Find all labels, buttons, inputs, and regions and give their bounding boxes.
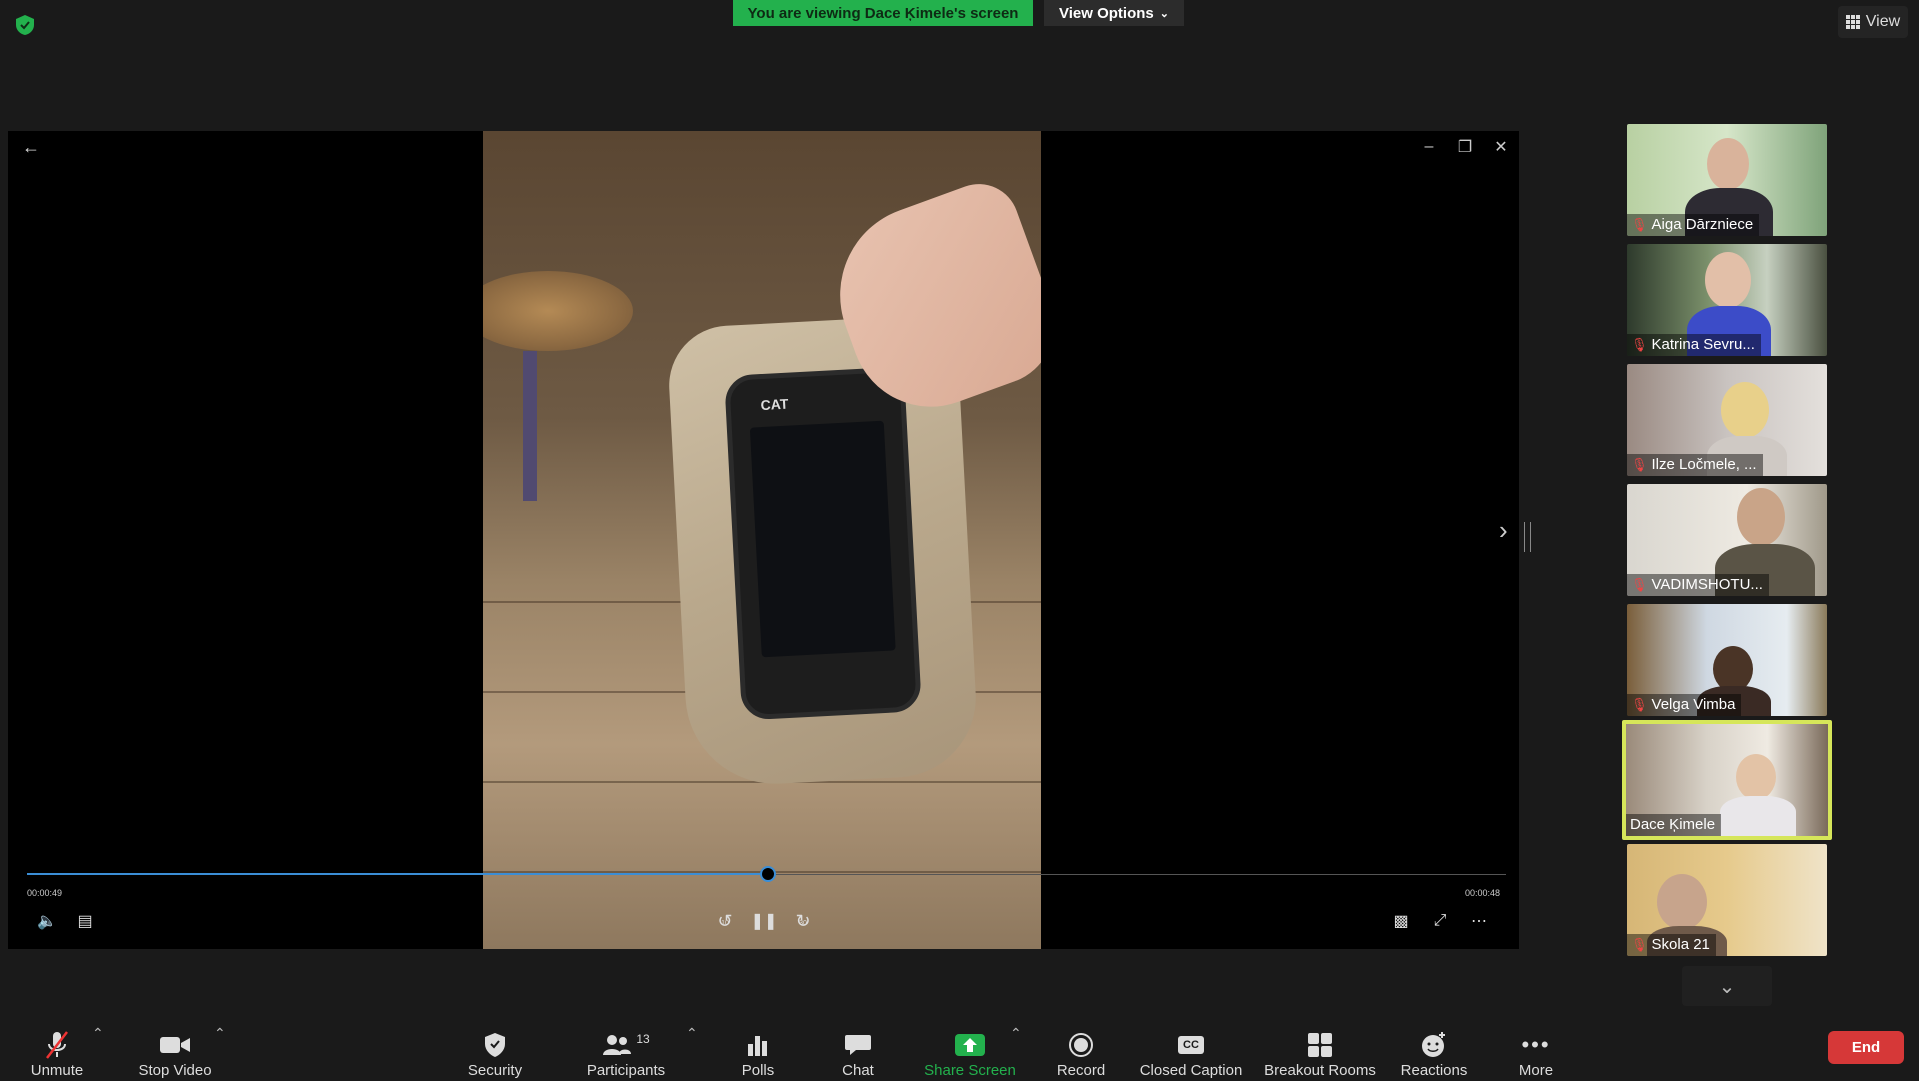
phone-brand-logo: CAT [760, 395, 789, 414]
view-options-label: View Options [1059, 4, 1154, 22]
mic-muted-icon: 🎙 [1631, 456, 1648, 472]
skip-back-button[interactable]: ↺ 10 [710, 906, 740, 936]
record-label: Record [1056, 1062, 1106, 1079]
shared-screen: ← CAT – ❐ ✕ 00:00:49 00:00:48 🔈 ▤ ↺ 10 ❚… [8, 131, 1519, 949]
stop-video-button[interactable]: Stop Video [132, 1015, 218, 1081]
participant-name: Katrina Sevru... [1651, 336, 1755, 353]
closed-caption-label: Closed Caption [1139, 1062, 1243, 1079]
reactions-emoji-icon [1420, 1028, 1448, 1062]
progress-knob[interactable] [760, 866, 776, 882]
participant-tile[interactable]: 🎙 VADIMSHOTU... [1627, 484, 1827, 596]
security-shield-icon [483, 1028, 507, 1062]
grid-icon [1845, 15, 1860, 29]
cc-badge: CC [1178, 1036, 1204, 1054]
participant-tile[interactable]: 🎙 Velga Vimba [1627, 604, 1827, 716]
encryption-shield-icon[interactable] [14, 14, 36, 36]
view-label: View [1865, 13, 1901, 30]
participant-name: Aiga Dārzniece [1651, 216, 1754, 233]
chat-label: Chat [842, 1062, 874, 1079]
skip-forward-seconds: 30 [799, 920, 807, 927]
chat-button[interactable]: Chat [834, 1015, 882, 1081]
participant-name: Dace Ķimele [1630, 816, 1716, 833]
more-label: More [1518, 1062, 1554, 1079]
polls-button[interactable]: Polls [736, 1015, 780, 1081]
participant-count: 13 [636, 1032, 650, 1046]
skip-forward-button[interactable]: ↻ 30 [788, 906, 818, 936]
share-screen-button[interactable]: Share Screen [922, 1015, 1018, 1081]
participant-tile[interactable]: 🎙 Ilze Ločmele, ... [1627, 364, 1827, 476]
participants-options-caret-icon[interactable]: ⌃ [686, 1025, 698, 1042]
share-screen-label: Share Screen [924, 1062, 1016, 1079]
volume-icon[interactable]: 🔈 [32, 906, 62, 936]
more-dots-icon: ••• [1521, 1032, 1551, 1057]
participant-tile[interactable]: 🎙 Katrina Sevru... [1627, 244, 1827, 356]
security-button[interactable]: Security [458, 1015, 532, 1081]
participant-tile[interactable]: 🎙 Aiga Dārzniece [1627, 124, 1827, 236]
restore-icon[interactable]: ❐ [1450, 135, 1480, 159]
view-button[interactable]: View [1838, 6, 1908, 38]
share-screen-icon [954, 1028, 986, 1062]
pause-icon[interactable]: ❚❚ [749, 906, 779, 936]
stool-leg-image [523, 351, 537, 501]
miniplayer-icon[interactable]: ▩ [1386, 906, 1416, 936]
phone-image: CAT [724, 366, 922, 721]
panel-resize-handle[interactable] [1524, 522, 1531, 552]
chat-bubble-icon [844, 1028, 872, 1062]
breakout-rooms-icon [1307, 1028, 1333, 1062]
time-remaining: 00:00:48 [1465, 888, 1501, 898]
fullscreen-icon[interactable]: ⤢ [1425, 906, 1455, 936]
next-chevron-icon[interactable]: › [1499, 515, 1508, 546]
video-options-caret-icon[interactable]: ⌃ [214, 1025, 226, 1042]
unmute-button[interactable]: Unmute [22, 1015, 92, 1081]
mic-muted-icon: 🎙 [1631, 936, 1648, 952]
view-options-button[interactable]: View Options ⌄ [1044, 0, 1184, 26]
participant-name: Velga Vimba [1651, 696, 1736, 713]
more-button[interactable]: ••• More [1514, 1015, 1558, 1081]
record-icon [1068, 1028, 1094, 1062]
share-options-caret-icon[interactable]: ⌃ [1010, 1025, 1022, 1042]
phone-screen [749, 420, 896, 658]
participants-icon: 13 [602, 1028, 650, 1062]
breakout-rooms-label: Breakout Rooms [1264, 1062, 1376, 1079]
polls-label: Polls [741, 1062, 775, 1079]
stop-video-label: Stop Video [138, 1062, 212, 1079]
participant-tile-active[interactable]: Dace Ķimele [1622, 720, 1832, 840]
mic-muted-icon [44, 1028, 70, 1062]
participant-tile[interactable]: 🎙 Skola 21 [1627, 844, 1827, 956]
mic-muted-icon: 🎙 [1631, 216, 1648, 232]
closed-caption-button[interactable]: CC Closed Caption [1138, 1015, 1244, 1081]
participants-label: Participants [586, 1062, 666, 1079]
mic-muted-icon: 🎙 [1631, 696, 1648, 712]
security-label: Security [467, 1062, 523, 1079]
video-camera-icon [159, 1028, 191, 1062]
skip-back-seconds: 10 [721, 920, 729, 927]
participant-name: Skola 21 [1651, 936, 1710, 953]
participant-name: VADIMSHOTU... [1651, 576, 1763, 593]
chevron-down-icon: ⌄ [1159, 7, 1169, 20]
video-frame: CAT [483, 131, 1041, 949]
close-icon[interactable]: ✕ [1486, 135, 1516, 159]
polls-bar-chart-icon [746, 1028, 770, 1062]
scroll-down-chevron-icon[interactable]: ⌄ [1682, 966, 1772, 1006]
time-elapsed: 00:00:49 [27, 888, 63, 898]
record-button[interactable]: Record [1054, 1015, 1108, 1081]
participant-name: Ilze Ločmele, ... [1651, 456, 1757, 473]
participants-button[interactable]: 13 Participants [584, 1015, 668, 1081]
reactions-label: Reactions [1400, 1062, 1468, 1079]
end-meeting-button[interactable]: End [1828, 1031, 1904, 1064]
closed-caption-icon: CC [1178, 1028, 1204, 1062]
subtitles-icon[interactable]: ▤ [70, 906, 100, 936]
reactions-button[interactable]: Reactions [1398, 1015, 1470, 1081]
back-arrow-icon[interactable]: ← [16, 135, 46, 159]
breakout-rooms-button[interactable]: Breakout Rooms [1262, 1015, 1378, 1081]
audio-options-caret-icon[interactable]: ⌃ [92, 1025, 104, 1042]
mic-muted-icon: 🎙 [1631, 576, 1648, 592]
unmute-label: Unmute [30, 1062, 84, 1079]
mic-muted-icon: 🎙 [1631, 336, 1648, 352]
stool-image [483, 271, 633, 351]
progress-fill [27, 873, 767, 875]
minimize-icon[interactable]: – [1414, 135, 1444, 159]
viewing-screen-banner: You are viewing Dace Ķimele's screen [733, 0, 1033, 26]
more-options-icon[interactable]: ⋯ [1464, 906, 1494, 936]
